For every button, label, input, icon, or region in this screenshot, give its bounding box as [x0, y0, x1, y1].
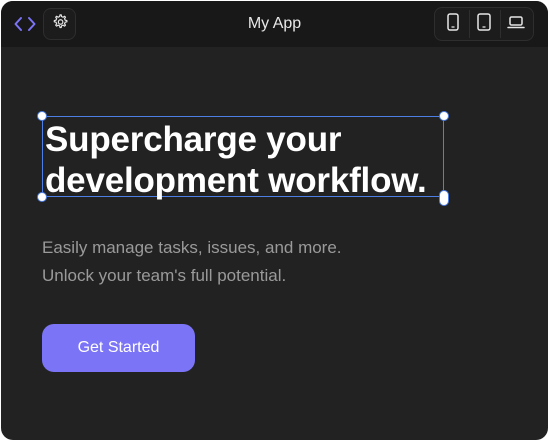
- hero-subtext: Easily manage tasks, issues, and more. U…: [42, 234, 342, 290]
- get-started-button[interactable]: Get Started: [42, 324, 195, 372]
- selected-headline-box[interactable]: Supercharge your development workflow.: [37, 111, 449, 206]
- device-preview-toggle: [434, 7, 534, 41]
- gear-icon: [51, 13, 69, 36]
- laptop-icon: [507, 14, 525, 35]
- headline-line-1: Supercharge your: [45, 120, 342, 159]
- resize-handle-bottom-left[interactable]: [37, 192, 47, 202]
- resize-handle-top-left[interactable]: [37, 111, 47, 121]
- settings-button[interactable]: [43, 8, 76, 40]
- subtext-line-2: Unlock your team's full potential.: [42, 266, 287, 285]
- subtext-line-1: Easily manage tasks, issues, and more.: [42, 238, 342, 257]
- app-window: My App Supercharge your development work…: [1, 1, 548, 440]
- hero-headline: Supercharge your development workflow.: [45, 119, 427, 201]
- headline-line-2: development workflow.: [45, 161, 427, 200]
- laptop-preview-button[interactable]: [500, 10, 530, 38]
- top-bar: My App: [1, 1, 548, 47]
- phone-icon: [446, 12, 460, 36]
- phone-preview-button[interactable]: [438, 10, 468, 38]
- resize-handle-top-right[interactable]: [439, 111, 449, 121]
- tablet-preview-button[interactable]: [468, 10, 499, 38]
- resize-handle-bottom-right[interactable]: [439, 190, 449, 206]
- tablet-icon: [476, 12, 492, 36]
- code-icon[interactable]: [12, 12, 38, 36]
